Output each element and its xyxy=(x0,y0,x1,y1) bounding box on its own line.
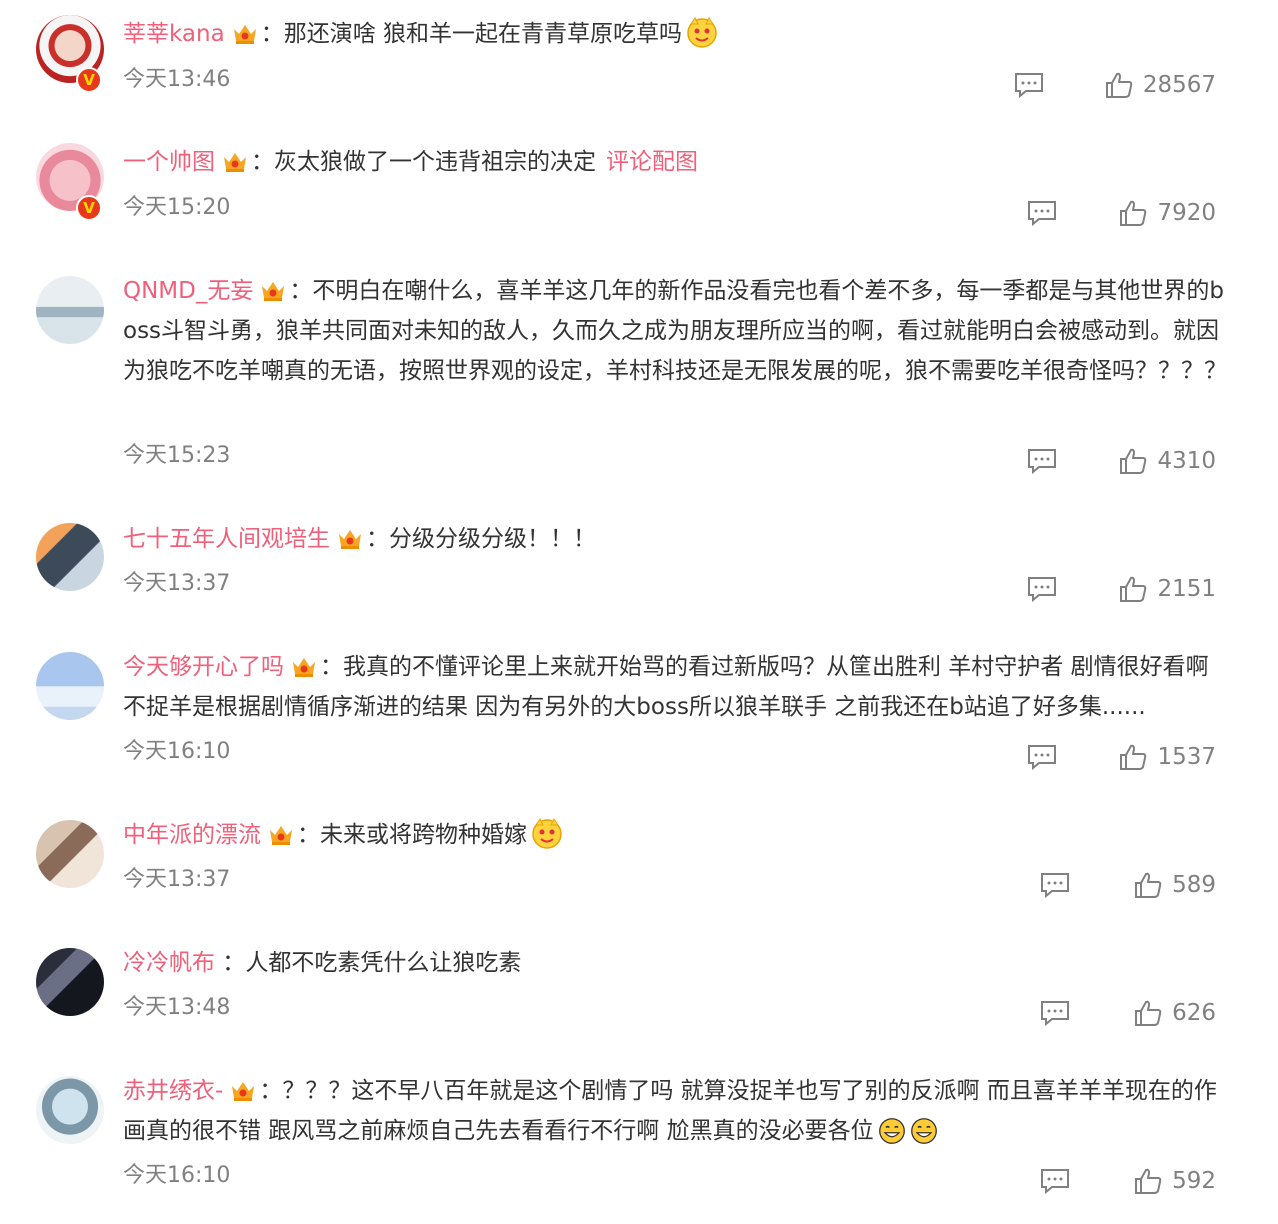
comment-text-block: 中年派的漂流 ：未来或将跨物种婚嫁 xyxy=(123,815,1238,855)
comment-body: ？？？这不早八百年就是这个剧情了吗 就算没捉羊也写了别的反派啊 而且喜羊羊羊现在… xyxy=(123,1078,1217,1144)
like-button[interactable]: 589 xyxy=(1134,870,1216,900)
verified-v-icon: V xyxy=(76,195,102,221)
username-link[interactable]: 中年派的漂流 xyxy=(123,822,261,848)
comment-text-block: 莘莘kana ：那还演啥 狼和羊一起在青青草原吃草吗 xyxy=(123,14,1238,54)
colon-separator: ： xyxy=(215,950,246,976)
thumbs-up-icon xyxy=(1119,447,1147,475)
cat-face-emoji-icon xyxy=(686,16,718,48)
avatar[interactable] xyxy=(36,948,104,1016)
like-count: 589 xyxy=(1172,872,1216,898)
like-button[interactable]: 626 xyxy=(1134,998,1216,1028)
like-count: 7920 xyxy=(1157,200,1216,226)
thumbs-up-icon xyxy=(1119,743,1147,771)
comment-timestamp: 今天16:10 xyxy=(123,1163,231,1188)
username-link[interactable]: 莘莘kana xyxy=(123,21,225,47)
comment-timestamp: 今天15:23 xyxy=(123,443,231,468)
like-count: 4310 xyxy=(1157,448,1216,474)
crown-badge-icon xyxy=(336,523,364,549)
thumbs-up-icon xyxy=(1105,71,1133,99)
like-count: 626 xyxy=(1172,1000,1216,1026)
colon-separator: ： xyxy=(366,526,389,552)
comment-timestamp: 今天13:37 xyxy=(123,571,231,596)
colon-separator: ： xyxy=(251,149,274,175)
username-link[interactable]: 七十五年人间观培生 xyxy=(123,526,330,552)
like-button[interactable]: 592 xyxy=(1134,1166,1216,1196)
comment-icon[interactable] xyxy=(1027,448,1057,475)
avatar[interactable] xyxy=(36,652,104,720)
comment-text-block: 七十五年人间观培生 ：分级分级分级！！！ xyxy=(123,519,1238,559)
comment-text-block: QNMD_无妄 ：不明白在嘲什么，喜羊羊这几年的新作品没看完也看个差不多，每一季都… xyxy=(123,271,1238,391)
cat-face-emoji-icon xyxy=(531,817,563,849)
comment-body: 灰太狼做了一个违背祖宗的决定 xyxy=(274,149,596,175)
grin-sweat-emoji-icon xyxy=(910,1117,938,1145)
thumbs-up-icon xyxy=(1119,199,1147,227)
image-attachment-link[interactable]: 评论配图 xyxy=(606,149,698,175)
comment-icon[interactable] xyxy=(1027,200,1057,227)
colon-separator: ： xyxy=(289,278,313,304)
avatar[interactable] xyxy=(36,820,104,888)
username-link[interactable]: 一个帅图 xyxy=(123,149,215,175)
comment-body: 分级分级分级！！！ xyxy=(389,526,596,552)
comment-icon[interactable] xyxy=(1040,1168,1070,1195)
comment-timestamp: 今天15:20 xyxy=(123,195,231,220)
username-link[interactable]: 冷冷帆布 xyxy=(123,950,215,976)
comment-icon[interactable] xyxy=(1014,72,1044,99)
colon-separator: ： xyxy=(297,822,320,848)
thumbs-up-icon xyxy=(1134,1167,1162,1195)
comment-text-block: 赤井绣衣- ：？？？这不早八百年就是这个剧情了吗 就算没捉羊也写了别的反派啊 而且… xyxy=(123,1071,1238,1151)
avatar[interactable] xyxy=(36,523,104,591)
comment-body: 人都不吃素凭什么让狼吃素 xyxy=(245,950,522,976)
comment-body: 那还演啥 狼和羊一起在青青草原吃草吗 xyxy=(283,21,682,47)
like-count: 592 xyxy=(1172,1168,1216,1194)
like-button[interactable]: 2151 xyxy=(1119,574,1216,604)
comment-icon[interactable] xyxy=(1040,1000,1070,1027)
like-button[interactable]: 1537 xyxy=(1119,742,1216,772)
comment-timestamp: 今天13:48 xyxy=(123,995,231,1020)
crown-badge-icon xyxy=(229,1075,257,1101)
comment-text-block: 冷冷帆布 ：人都不吃素凭什么让狼吃素 xyxy=(123,943,1238,983)
comment-icon[interactable] xyxy=(1040,872,1070,899)
comment-timestamp: 今天16:10 xyxy=(123,739,231,764)
thumbs-up-icon xyxy=(1134,999,1162,1027)
thumbs-up-icon xyxy=(1119,575,1147,603)
username-link[interactable]: 赤井绣衣- xyxy=(123,1078,223,1104)
comment-text-block: 一个帅图 ：灰太狼做了一个违背祖宗的决定 评论配图 xyxy=(123,142,1238,182)
comment-text-block: 今天够开心了吗 ：我真的不懂评论里上来就开始骂的看过新版吗？从筐出胜利 羊村守护者… xyxy=(123,647,1238,727)
comment-body: 我真的不懂评论里上来就开始骂的看过新版吗？从筐出胜利 羊村守护者 剧情很好看啊 … xyxy=(123,654,1209,720)
like-button[interactable]: 7920 xyxy=(1119,198,1216,228)
username-link[interactable]: QNMD_无妄 xyxy=(123,278,253,304)
comment-body: 未来或将跨物种婚嫁 xyxy=(320,822,527,848)
avatar[interactable] xyxy=(36,276,104,344)
like-count: 2151 xyxy=(1157,576,1216,602)
crown-badge-icon xyxy=(290,651,318,677)
like-count: 1537 xyxy=(1157,744,1216,770)
comment-timestamp: 今天13:46 xyxy=(123,67,231,92)
comment-icon[interactable] xyxy=(1027,576,1057,603)
crown-badge-icon xyxy=(267,819,295,845)
grin-sweat-emoji-icon xyxy=(878,1117,906,1145)
colon-separator: ： xyxy=(320,654,343,680)
username-link[interactable]: 今天够开心了吗 xyxy=(123,654,284,680)
comment-icon[interactable] xyxy=(1027,744,1057,771)
verified-v-icon: V xyxy=(76,67,102,93)
colon-separator: ： xyxy=(260,21,284,47)
crown-badge-icon xyxy=(231,18,259,44)
crown-badge-icon xyxy=(221,146,249,172)
colon-separator: ： xyxy=(259,1078,283,1104)
comment-timestamp: 今天13:37 xyxy=(123,867,231,892)
avatar[interactable] xyxy=(36,1076,104,1144)
like-button[interactable]: 28567 xyxy=(1105,70,1216,100)
like-button[interactable]: 4310 xyxy=(1119,446,1216,476)
like-count: 28567 xyxy=(1142,72,1216,98)
thumbs-up-icon xyxy=(1134,871,1162,899)
crown-badge-icon xyxy=(259,275,287,301)
